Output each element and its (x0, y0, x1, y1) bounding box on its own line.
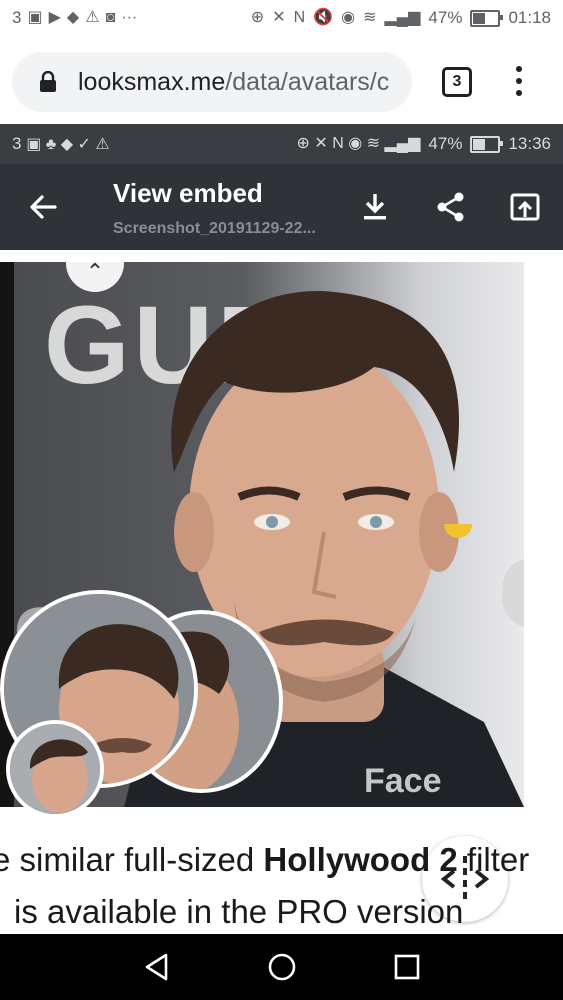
nav-recents-icon[interactable] (390, 950, 424, 984)
youtube-icon: ▶ (48, 9, 61, 26)
download-icon (364, 194, 386, 220)
caption-post: filter (457, 841, 530, 878)
embedded-status-left: 3 ▣ ♣ ◆ ✓ ⚠ (12, 134, 110, 155)
caption-line-2: is available in the PRO version (14, 893, 464, 930)
image-icon: ▣ (27, 9, 43, 26)
embedded-notification-count: 3 (12, 134, 22, 153)
nav-back-icon[interactable] (140, 950, 174, 984)
vpn-icon: ⊕ (250, 9, 265, 26)
nav-home-icon[interactable] (265, 950, 299, 984)
signal-icon: ▂▄▆ (384, 9, 421, 26)
embedded-system-icons: ⊕ ✕ N ◉ ≋ ▂▄▆ (296, 135, 421, 152)
embedded-clock: 13:36 (508, 134, 551, 153)
url-text[interactable]: looksmax.me/data/avatars/c (78, 68, 389, 97)
photo-frame: GUE GE ⌃ Face (0, 250, 563, 922)
cast-off-icon: ✕ (272, 9, 286, 26)
instagram-icon: ◙ (105, 9, 116, 26)
warning-icon: ⚠ (85, 9, 100, 26)
comparison-thumb-small (6, 720, 104, 818)
watermark: Face (364, 762, 442, 800)
url-path: /data/avatars/c (225, 68, 390, 96)
embedded-screenshot: 3 ▣ ♣ ◆ ✓ ⚠ ⊕ ✕ N ◉ ≋ ▂▄▆ 47% 13:36 View… (0, 124, 563, 934)
caption-filter-name: Hollywood 2 (263, 841, 458, 878)
url-host: looksmax.me (78, 68, 226, 96)
caption-pre: e similar full-sized (0, 841, 264, 878)
clock: 01:18 (508, 8, 551, 27)
status-right: ⊕ ✕ N 🔇 ◉ ≋ ▂▄▆ 47% 01:18 (251, 8, 551, 28)
embedded-status-right: ⊕ ✕ N ◉ ≋ ▂▄▆ 47% 13:36 (297, 134, 551, 154)
mute-icon: 🔇 (313, 9, 334, 26)
tab-switcher-button[interactable]: 3 (442, 67, 472, 97)
navigation-bar (0, 934, 563, 1000)
eye-icon: ◉ (341, 9, 356, 26)
battery-icon (470, 9, 504, 27)
open-in-app-icon (510, 193, 540, 221)
embed-title: View embed (113, 178, 263, 208)
share-icon (437, 192, 464, 222)
embedded-notification-icons: ▣ ♣ ◆ ✓ ⚠ (26, 136, 110, 153)
more-notifications-icon: ··· (121, 9, 138, 26)
address-bar[interactable]: looksmax.me/data/avatars/c (12, 52, 412, 112)
wifi-icon: ≋ (363, 9, 377, 26)
caption-line-1: e similar full-sized Hollywood 2 filter (0, 841, 529, 879)
embed-filename: Screenshot_20191129-22... (113, 220, 316, 237)
embedded-battery-percent: 47% (428, 134, 463, 153)
thumb-face-small (10, 724, 100, 814)
status-left: 3 ▣ ▶ ◆ ⚠ ◙ ··· (12, 8, 137, 28)
embedded-battery-icon (470, 135, 504, 153)
nfc-icon: N (293, 9, 306, 26)
more-vert-icon[interactable] (506, 64, 532, 98)
lock-icon[interactable] (38, 71, 58, 93)
browser-toolbar: looksmax.me/data/avatars/c 3 (0, 40, 563, 124)
battery-percent: 47% (428, 8, 463, 27)
embedded-status-bar: 3 ▣ ♣ ◆ ✓ ⚠ ⊕ ✕ N ◉ ≋ ▂▄▆ 47% 13:36 (0, 124, 563, 164)
embed-toolbar: View embed Screenshot_20191129-22... (0, 164, 563, 250)
game-icon: ◆ (66, 9, 80, 26)
notification-count: 3 (12, 8, 22, 27)
status-bar: 3 ▣ ▶ ◆ ⚠ ◙ ··· ⊕ ✕ N 🔇 ◉ ≋ ▂▄▆ 47% 01:1… (0, 0, 563, 40)
arrow-back-icon (30, 195, 57, 219)
